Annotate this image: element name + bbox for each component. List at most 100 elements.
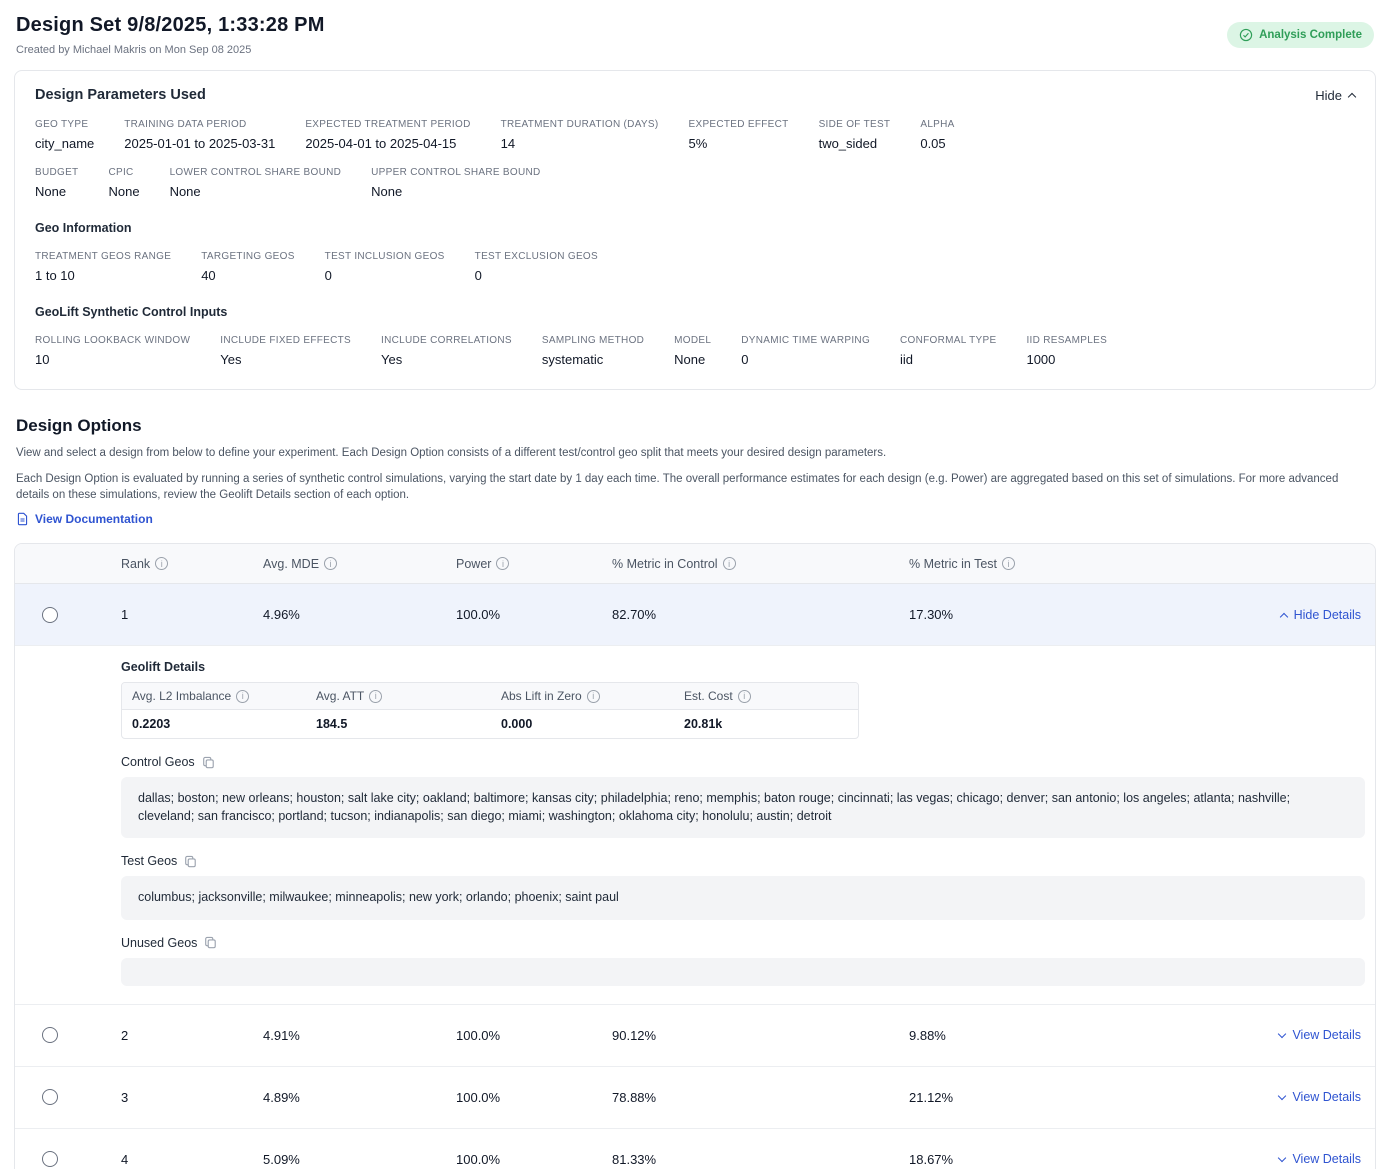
col-header-metric-in-test: % Metric in Test bbox=[909, 557, 1375, 571]
select-design-radio[interactable] bbox=[42, 1027, 58, 1043]
col-header-rank: Rank bbox=[121, 557, 263, 571]
param-value: two_sided bbox=[819, 136, 891, 151]
param-label: ALPHA bbox=[920, 119, 954, 130]
card-title: Design Parameters Used bbox=[35, 87, 206, 103]
copy-icon[interactable] bbox=[184, 855, 197, 868]
metric-test-cell: 21.12% bbox=[909, 1090, 1279, 1105]
view-documentation-link[interactable]: View Documentation bbox=[16, 512, 153, 526]
col-header-label: Avg. MDE bbox=[263, 557, 319, 571]
unused-geos-label: Unused Geos bbox=[121, 936, 197, 950]
info-icon[interactable] bbox=[324, 557, 337, 570]
details-label: View Details bbox=[1292, 1090, 1361, 1104]
metric-control-cell: 81.33% bbox=[612, 1152, 909, 1167]
param-label: TREATMENT GEOS RANGE bbox=[35, 251, 171, 262]
param-label: CPIC bbox=[108, 167, 139, 178]
table-row-3[interactable]: 3 4.89% 100.0% 78.88% 21.12% View Detail… bbox=[15, 1067, 1375, 1129]
col-header-est-cost: Est. Cost bbox=[674, 683, 858, 709]
param-value: None bbox=[170, 184, 342, 199]
param-treatment-duration: TREATMENT DURATION (DAYS) 14 bbox=[501, 119, 659, 151]
param-value: Yes bbox=[220, 352, 351, 367]
control-geos-list: dallas; boston; new orleans; houston; sa… bbox=[121, 777, 1365, 838]
col-header-label: % Metric in Test bbox=[909, 557, 997, 571]
geolift-details-value-row: 0.2203 184.5 0.000 20.81k bbox=[122, 710, 858, 738]
param-budget: BUDGET None bbox=[35, 167, 78, 199]
hide-parameters-button[interactable]: Hide bbox=[1315, 88, 1355, 103]
view-details-button[interactable]: View Details bbox=[1279, 1090, 1375, 1104]
copy-icon[interactable] bbox=[204, 936, 217, 949]
param-side-of-test: SIDE OF TEST two_sided bbox=[819, 119, 891, 151]
param-label: TREATMENT DURATION (DAYS) bbox=[501, 119, 659, 130]
card-head: Design Parameters Used Hide bbox=[35, 87, 1355, 103]
info-icon[interactable] bbox=[738, 690, 751, 703]
select-design-radio[interactable] bbox=[42, 1089, 58, 1105]
page-header: Design Set 9/8/2025, 1:33:28 PM Created … bbox=[14, 12, 1376, 70]
document-icon bbox=[16, 512, 29, 526]
info-icon[interactable] bbox=[1002, 557, 1015, 570]
table-row-1[interactable]: 1 4.96% 100.0% 82.70% 17.30% Hide Detail… bbox=[15, 584, 1375, 646]
param-value: None bbox=[371, 184, 540, 199]
param-value: iid bbox=[900, 352, 996, 367]
info-icon[interactable] bbox=[369, 690, 382, 703]
param-label: CONFORMAL TYPE bbox=[900, 335, 996, 346]
param-expected-effect: EXPECTED EFFECT 5% bbox=[689, 119, 789, 151]
table-row-2[interactable]: 2 4.91% 100.0% 90.12% 9.88% View Details bbox=[15, 1005, 1375, 1067]
col-header-label: Abs Lift in Zero bbox=[501, 689, 582, 703]
col-header-avg-mde: Avg. MDE bbox=[263, 557, 456, 571]
info-icon[interactable] bbox=[155, 557, 168, 570]
param-sampling-method: SAMPLING METHOD systematic bbox=[542, 335, 644, 367]
param-label: INCLUDE FIXED EFFECTS bbox=[220, 335, 351, 346]
view-details-button[interactable]: View Details bbox=[1279, 1028, 1375, 1042]
est-cost-value: 20.81k bbox=[674, 710, 858, 738]
rank-cell: 1 bbox=[121, 607, 263, 622]
details-label: View Details bbox=[1292, 1028, 1361, 1042]
design-options-description-1: View and select a design from below to d… bbox=[16, 445, 1374, 462]
param-test-inclusion-geos: TEST INCLUSION GEOS 0 bbox=[325, 251, 445, 283]
status-badge: Analysis Complete bbox=[1227, 22, 1374, 48]
radio-cell bbox=[15, 1027, 121, 1043]
power-cell: 100.0% bbox=[456, 607, 612, 622]
info-icon[interactable] bbox=[723, 557, 736, 570]
table-row-4[interactable]: 4 5.09% 100.0% 81.33% 18.67% View Detail… bbox=[15, 1129, 1375, 1169]
info-icon[interactable] bbox=[587, 690, 600, 703]
param-label: SIDE OF TEST bbox=[819, 119, 891, 130]
table-header-row: Rank Avg. MDE Power % Metric in Control … bbox=[15, 544, 1375, 584]
geolift-inputs-title: GeoLift Synthetic Control Inputs bbox=[35, 305, 1355, 319]
metric-test-cell: 9.88% bbox=[909, 1028, 1279, 1043]
param-test-exclusion-geos: TEST EXCLUSION GEOS 0 bbox=[475, 251, 598, 283]
design-options-table: Rank Avg. MDE Power % Metric in Control … bbox=[14, 543, 1376, 1169]
geo-information-title: Geo Information bbox=[35, 221, 1355, 235]
view-documentation-label: View Documentation bbox=[35, 512, 153, 526]
param-label: SAMPLING METHOD bbox=[542, 335, 644, 346]
copy-icon[interactable] bbox=[202, 756, 215, 769]
test-geos-label-row: Test Geos bbox=[121, 854, 1365, 868]
param-value: 1000 bbox=[1026, 352, 1107, 367]
mde-cell: 5.09% bbox=[263, 1152, 456, 1167]
view-details-button[interactable]: View Details bbox=[1279, 1152, 1375, 1166]
param-treatment-geos-range: TREATMENT GEOS RANGE 1 to 10 bbox=[35, 251, 171, 283]
chevron-down-icon bbox=[1278, 1153, 1286, 1161]
geolift-details-title: Geolift Details bbox=[121, 660, 1365, 674]
design-options-title: Design Options bbox=[16, 416, 1374, 436]
param-value: 10 bbox=[35, 352, 190, 367]
param-label: EXPECTED TREATMENT PERIOD bbox=[305, 119, 470, 130]
param-value: 2025-01-01 to 2025-03-31 bbox=[124, 136, 275, 151]
param-rolling-lookback: ROLLING LOOKBACK WINDOW 10 bbox=[35, 335, 190, 367]
rank-cell: 2 bbox=[121, 1028, 263, 1043]
select-design-radio[interactable] bbox=[42, 607, 58, 623]
param-geo-type: GEO TYPE city_name bbox=[35, 119, 94, 151]
param-value: 1 to 10 bbox=[35, 268, 171, 283]
info-icon[interactable] bbox=[496, 557, 509, 570]
hide-details-button[interactable]: Hide Details bbox=[1281, 608, 1375, 622]
metric-test-cell: 18.67% bbox=[909, 1152, 1279, 1167]
chevron-down-icon bbox=[1278, 1091, 1286, 1099]
metric-control-cell: 82.70% bbox=[612, 607, 909, 622]
param-value: 40 bbox=[201, 268, 294, 283]
info-icon[interactable] bbox=[236, 690, 249, 703]
geolift-details-panel: Geolift Details Avg. L2 Imbalance Avg. A… bbox=[15, 646, 1375, 1005]
col-header-label: Power bbox=[456, 557, 491, 571]
test-geos-list: columbus; jacksonville; milwaukee; minne… bbox=[121, 876, 1365, 920]
col-header-label: Est. Cost bbox=[684, 689, 733, 703]
metric-control-cell: 78.88% bbox=[612, 1090, 909, 1105]
param-label: ROLLING LOOKBACK WINDOW bbox=[35, 335, 190, 346]
select-design-radio[interactable] bbox=[42, 1151, 58, 1167]
